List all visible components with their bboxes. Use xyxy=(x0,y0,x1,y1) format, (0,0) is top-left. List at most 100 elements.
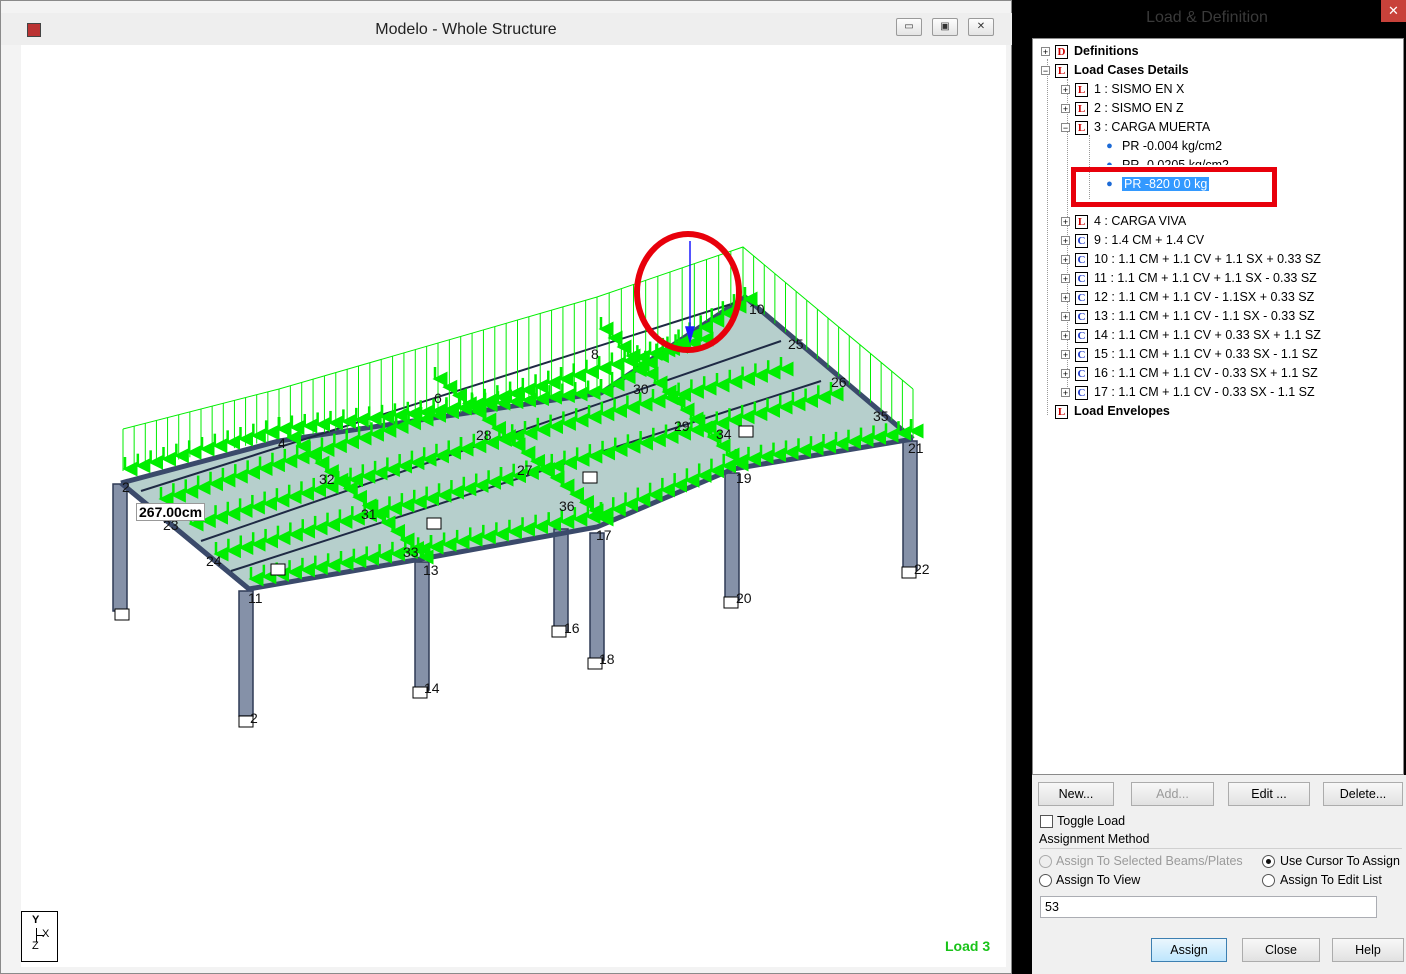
active-load-label: Load 3 xyxy=(945,938,991,954)
combination-icon: C xyxy=(1075,309,1088,324)
load-icon: L xyxy=(1055,63,1068,78)
tree-item-pressure-load-1[interactable]: ● PR -0.004 kg/cm2 xyxy=(1103,137,1222,155)
tree-node-combination-11[interactable]: + C 11 : 1.1 CM + 1.1 CV + 1.1 SX - 0.33 S… xyxy=(1061,269,1317,287)
combination-icon: C xyxy=(1075,271,1088,286)
structure-viewport[interactable]: 2 4 6 8 10 11 13 17 19 21 22 23 24 25 26 27 28 29 30 31 32 33… xyxy=(21,45,1006,967)
tree-label: 13 : 1.1 CM + 1.1 CV - 1.1 SX - 0.33 SZ xyxy=(1094,309,1315,323)
definitions-icon: D xyxy=(1055,44,1068,59)
tree-label: 12 : 1.1 CM + 1.1 CV - 1.1SX + 0.33 SZ xyxy=(1094,290,1315,304)
point-load-arrow xyxy=(685,241,695,344)
expand-icon[interactable]: + xyxy=(1061,312,1070,322)
load-tree[interactable]: + D Definitions − L Load Cases Details + L 1 :… xyxy=(1032,38,1404,775)
combination-icon: C xyxy=(1075,366,1088,381)
new-button[interactable]: New... xyxy=(1038,782,1114,806)
expand-icon[interactable]: + xyxy=(1041,47,1050,57)
node-number: 19 xyxy=(736,470,752,486)
expand-icon[interactable]: + xyxy=(1061,388,1070,398)
dimension-label: 267.00cm xyxy=(136,503,206,521)
load-icon: L xyxy=(1075,101,1088,116)
tree-node-combination-16[interactable]: + C 16 : 1.1 CM + 1.1 CV - 0.33 SX + 1.1 S… xyxy=(1061,364,1318,382)
add-button[interactable]: Add... xyxy=(1131,782,1214,806)
assign-edit-list-radio[interactable] xyxy=(1262,874,1275,887)
node-number: 33 xyxy=(403,544,419,560)
expand-icon[interactable]: + xyxy=(1061,104,1070,114)
minimize-button[interactable]: ▭ xyxy=(896,18,922,36)
edit-list-input[interactable]: 53 xyxy=(1040,896,1377,918)
tree-node-combination-10[interactable]: + C 10 : 1.1 CM + 1.1 CV + 1.1 SX + 0.33 S… xyxy=(1061,250,1321,268)
node-number: 13 xyxy=(423,562,439,578)
node-number: 27 xyxy=(517,462,533,478)
tree-node-combination-17[interactable]: + C 17 : 1.1 CM + 1.1 CV - 0.33 SX - 1.1 S… xyxy=(1061,383,1315,401)
combination-icon: C xyxy=(1075,290,1088,305)
combination-icon: C xyxy=(1075,347,1088,362)
expand-icon[interactable]: + xyxy=(1061,217,1070,227)
tree-node-definitions[interactable]: + D Definitions xyxy=(1041,42,1139,60)
assign-selected-radio[interactable] xyxy=(1039,855,1052,868)
tree-label: 11 : 1.1 CM + 1.1 CV + 1.1 SX - 0.33 SZ xyxy=(1094,271,1317,285)
node-number: 32 xyxy=(319,471,335,487)
assign-view-radio[interactable] xyxy=(1039,874,1052,887)
node-number: 6 xyxy=(434,390,442,406)
restore-button[interactable]: ▣ xyxy=(932,18,958,36)
tree-node-load-envelopes[interactable]: L Load Envelopes xyxy=(1055,402,1170,420)
tree-label: 2 : SISMO EN Z xyxy=(1094,101,1184,115)
expand-icon[interactable]: + xyxy=(1061,274,1070,284)
tree-label: 9 : 1.4 CM + 1.4 CV xyxy=(1094,233,1205,247)
tree-label: Load Cases Details xyxy=(1074,63,1189,77)
expand-icon[interactable]: + xyxy=(1061,236,1070,246)
combination-icon: C xyxy=(1075,233,1088,248)
annotation-highlight-box xyxy=(1071,167,1277,207)
toggle-load-checkbox[interactable] xyxy=(1040,815,1053,828)
tree-label: 4 : CARGA VIVA xyxy=(1094,214,1187,228)
tree-label: Load Envelopes xyxy=(1074,404,1170,418)
delete-button[interactable]: Delete... xyxy=(1323,782,1403,806)
assign-button[interactable]: Assign xyxy=(1151,938,1227,962)
tree-label: 14 : 1.1 CM + 1.1 CV + 0.33 SX + 1.1 SZ xyxy=(1094,328,1321,342)
node-number: 35 xyxy=(873,408,889,424)
collapse-icon[interactable]: − xyxy=(1041,66,1050,76)
collapse-icon[interactable]: − xyxy=(1061,123,1070,133)
tree-label: 3 : CARGA MUERTA xyxy=(1094,120,1211,134)
edit-button[interactable]: Edit ... xyxy=(1228,782,1310,806)
expand-icon[interactable]: + xyxy=(1061,331,1070,341)
use-cursor-label: Use Cursor To Assign xyxy=(1280,854,1400,868)
expand-icon[interactable]: + xyxy=(1061,293,1070,303)
tree-node-load-cases-details[interactable]: − L Load Cases Details xyxy=(1041,61,1189,79)
node-number: 14 xyxy=(424,680,440,696)
tree-node-load-case-1[interactable]: + L 1 : SISMO EN X xyxy=(1061,80,1184,98)
expand-icon[interactable]: + xyxy=(1061,350,1070,360)
close-button[interactable]: ✕ xyxy=(968,18,994,36)
tree-label: 16 : 1.1 CM + 1.1 CV - 0.33 SX + 1.1 SZ xyxy=(1094,366,1318,380)
panel-close-button[interactable]: ✕ xyxy=(1381,0,1406,22)
expand-icon[interactable]: + xyxy=(1061,369,1070,379)
combination-icon: C xyxy=(1075,252,1088,267)
toggle-load-label: Toggle Load xyxy=(1057,814,1126,828)
viewer-title: Modelo - Whole Structure xyxy=(375,21,557,38)
tree-node-combination-15[interactable]: + C 15 : 1.1 CM + 1.1 CV + 0.33 SX - 1.1 S… xyxy=(1061,345,1318,363)
tree-node-combination-13[interactable]: + C 13 : 1.1 CM + 1.1 CV - 1.1 SX - 0.33 S… xyxy=(1061,307,1315,325)
expand-icon[interactable]: + xyxy=(1061,255,1070,265)
assign-view-label: Assign To View xyxy=(1056,873,1141,887)
node-number: 28 xyxy=(476,427,492,443)
tree-label: 1 : SISMO EN X xyxy=(1094,82,1185,96)
group-divider xyxy=(1040,848,1402,849)
node-number: 24 xyxy=(206,553,222,569)
tree-label: 10 : 1.1 CM + 1.1 CV + 1.1 SX + 0.33 SZ xyxy=(1094,252,1321,266)
tree-node-load-case-3[interactable]: − L 3 : CARGA MUERTA xyxy=(1061,118,1210,136)
assign-edit-list-label: Assign To Edit List xyxy=(1280,873,1382,887)
node-number: 21 xyxy=(908,440,924,456)
tree-node-combination-12[interactable]: + C 12 : 1.1 CM + 1.1 CV - 1.1SX + 0.33 SZ xyxy=(1061,288,1314,306)
expand-icon[interactable]: + xyxy=(1061,85,1070,95)
close-panel-button[interactable]: Close xyxy=(1242,938,1320,962)
use-cursor-radio[interactable] xyxy=(1262,855,1275,868)
node-number: 18 xyxy=(599,651,615,667)
tree-node-load-case-4[interactable]: + L 4 : CARGA VIVA xyxy=(1061,212,1186,230)
node-number: 30 xyxy=(633,381,649,397)
tree-node-combination-9[interactable]: + C 9 : 1.4 CM + 1.4 CV xyxy=(1061,231,1204,249)
help-button[interactable]: Help xyxy=(1332,938,1404,962)
node-number: 36 xyxy=(559,498,575,514)
tree-node-load-case-2[interactable]: + L 2 : SISMO EN Z xyxy=(1061,99,1184,117)
tree-node-combination-14[interactable]: + C 14 : 1.1 CM + 1.1 CV + 0.33 SX + 1.1 S… xyxy=(1061,326,1321,344)
node-number: 16 xyxy=(564,620,580,636)
viewer-titlebar: Modelo - Whole Structure ▭ ▣ ✕ xyxy=(1,13,1013,45)
